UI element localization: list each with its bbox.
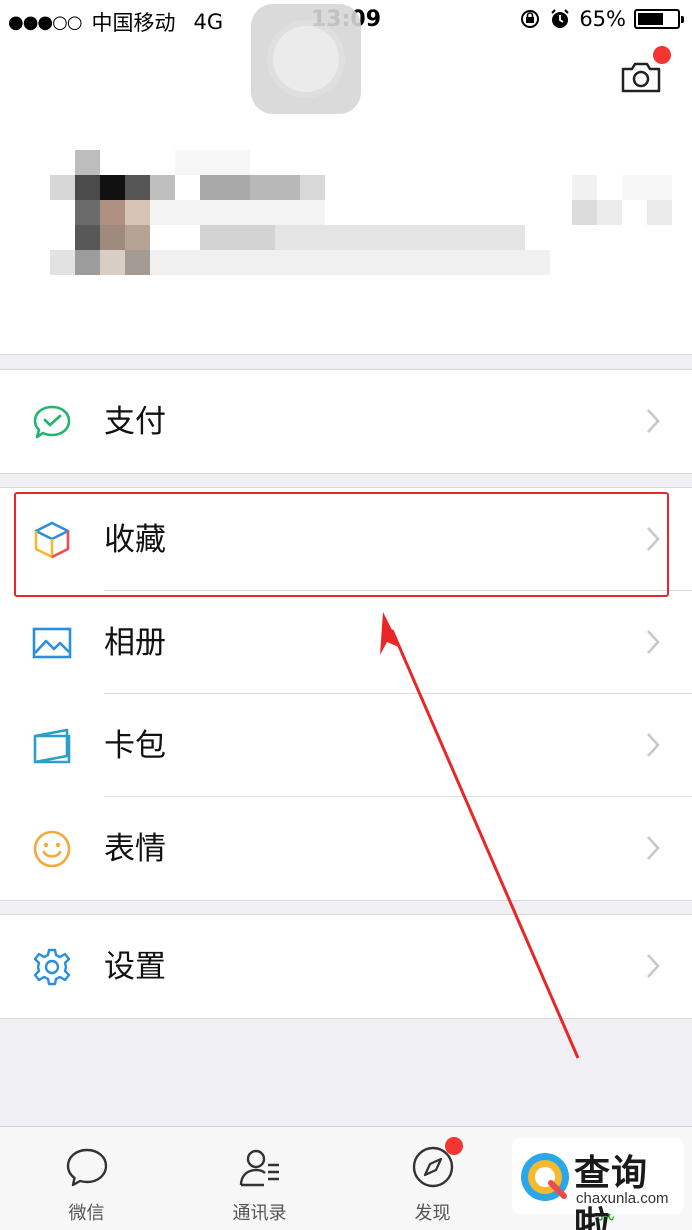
assistive-touch-button[interactable]	[251, 4, 361, 114]
watermark-title: 查询啦	[574, 1153, 649, 1230]
camera-badge	[653, 46, 671, 64]
battery-percent: 65%	[579, 7, 626, 31]
highlight-box	[14, 492, 669, 597]
menu-label-settings: 设置	[104, 949, 166, 985]
gear-icon	[33, 948, 71, 986]
discover-badge	[445, 1137, 463, 1155]
chevron-right-icon	[647, 409, 660, 433]
card-icon	[33, 728, 71, 764]
menu-item-pay[interactable]: 支付	[0, 370, 692, 473]
tab-label-chats: 微信	[68, 1203, 105, 1224]
contacts-icon	[239, 1149, 279, 1187]
menu-label-album: 相册	[104, 625, 166, 661]
camera-icon[interactable]	[620, 60, 662, 94]
menu-item-album[interactable]: 相册	[0, 591, 692, 694]
menu-label-cards: 卡包	[104, 728, 166, 764]
pay-group: 支付	[0, 369, 692, 474]
watermark: 查询啦 chaxunla.com	[512, 1138, 684, 1230]
smiley-icon	[33, 830, 71, 868]
tab-label-contacts: 通讯录	[232, 1203, 287, 1224]
wallet-check-icon	[33, 405, 71, 439]
chevron-right-icon	[647, 630, 660, 654]
tab-contacts[interactable]: 通讯录	[173, 1127, 346, 1230]
rotation-lock-icon	[521, 10, 540, 28]
chevron-right-icon	[647, 836, 660, 860]
menu-item-cards[interactable]: 卡包	[0, 694, 692, 797]
avatar[interactable]	[50, 150, 160, 275]
tab-chats[interactable]: 微信	[0, 1127, 173, 1230]
tab-discover[interactable]: 发现	[346, 1127, 519, 1230]
alarm-icon	[551, 9, 570, 28]
battery-level	[638, 13, 663, 25]
chevron-right-icon	[647, 954, 660, 978]
menu-label-pay: 支付	[104, 404, 166, 440]
menu-item-settings[interactable]: 设置	[0, 915, 692, 1018]
picture-icon	[32, 627, 72, 659]
profile-name-blurred	[150, 150, 550, 275]
battery-icon	[634, 9, 684, 29]
wechat-id-blurred	[572, 175, 672, 225]
chat-bubble-icon	[66, 1148, 108, 1187]
chevron-right-icon	[647, 733, 660, 757]
tab-label-discover: 发现	[414, 1203, 451, 1224]
menu-label-stickers: 表情	[104, 831, 166, 867]
watermark-site: chaxunla.com	[576, 1190, 669, 1207]
search-logo-icon	[521, 1153, 569, 1201]
menu-item-stickers[interactable]: 表情	[0, 797, 692, 900]
settings-group: 设置	[0, 914, 692, 1019]
